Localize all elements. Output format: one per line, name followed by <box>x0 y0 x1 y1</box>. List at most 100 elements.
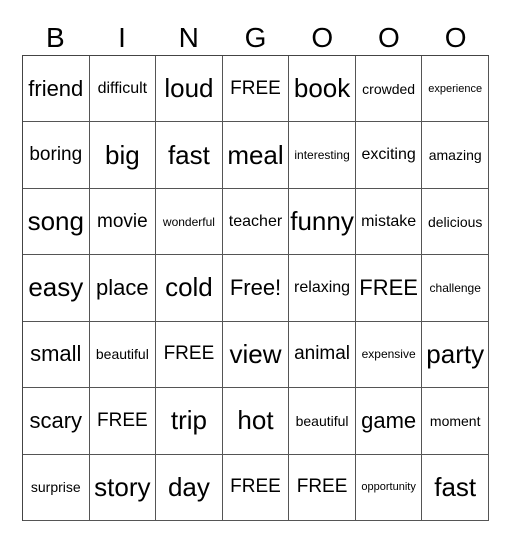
bingo-board: friend difficult loud FREE book crowded experi… <box>22 55 489 521</box>
cell-word: wonderful <box>162 214 215 229</box>
bingo-cell[interactable]: story <box>89 454 157 521</box>
header-letter: O <box>444 22 467 53</box>
bingo-cell[interactable]: crowded <box>355 56 423 123</box>
bingo-cell[interactable]: hot <box>222 388 290 455</box>
header-letter: O <box>311 22 334 53</box>
bingo-cell[interactable]: song <box>23 188 90 256</box>
bingo-cell[interactable]: book <box>289 56 356 123</box>
cell-word: FREE <box>296 476 348 498</box>
free-space-cell[interactable]: FREE <box>289 454 356 521</box>
bingo-cell[interactable]: animal <box>289 321 356 389</box>
bingo-cell[interactable]: interesting <box>289 122 356 189</box>
bingo-cell[interactable]: movie <box>89 188 157 256</box>
free-space-cell[interactable]: FREE <box>89 388 157 455</box>
cell-word: FREE <box>97 409 148 431</box>
cell-word: story <box>94 471 151 502</box>
cell-word: song <box>27 206 84 237</box>
bingo-cell[interactable]: game <box>355 388 423 455</box>
cell-word: view <box>229 338 282 369</box>
bingo-cell[interactable]: easy <box>23 255 90 322</box>
bingo-cell[interactable]: beautiful <box>289 388 356 455</box>
bingo-cell[interactable]: difficult <box>89 56 157 123</box>
bingo-cell[interactable]: mistake <box>355 188 423 256</box>
cell-word: delicious <box>427 213 483 230</box>
bingo-cell[interactable]: expensive <box>355 321 423 389</box>
bingo-cell[interactable]: experience <box>422 56 489 123</box>
cell-word: experience <box>428 82 483 95</box>
cell-word: hot <box>237 405 274 436</box>
bingo-cell[interactable]: beautiful <box>89 321 157 389</box>
header-letter: O <box>378 22 400 53</box>
cell-word: movie <box>97 210 148 232</box>
cell-word: FREE <box>230 476 281 498</box>
cell-word: place <box>96 274 149 300</box>
bingo-cell[interactable]: fast <box>422 454 489 521</box>
free-space-cell[interactable]: Free! <box>222 255 290 322</box>
free-space-cell[interactable]: FREE <box>222 454 290 521</box>
free-space-cell[interactable]: FREE <box>355 255 423 322</box>
cell-word: day <box>167 471 210 502</box>
cell-word: boring <box>29 144 83 166</box>
cell-word: loud <box>164 73 214 104</box>
free-space-cell[interactable]: FREE <box>222 56 290 123</box>
cell-word: mistake <box>361 212 417 230</box>
cell-word: Free! <box>229 274 282 300</box>
cell-word: beautiful <box>95 346 149 363</box>
cell-word: fast <box>167 139 210 170</box>
bingo-cell[interactable]: scary <box>23 388 90 455</box>
bingo-cell[interactable]: trip <box>156 388 223 455</box>
cell-word: FREE <box>163 343 215 365</box>
bingo-cell[interactable]: exciting <box>355 122 423 189</box>
cell-word: book <box>293 73 351 104</box>
bingo-cell[interactable]: wonderful <box>156 188 223 256</box>
cell-word: opportunity <box>361 481 416 494</box>
cell-word: interesting <box>294 148 350 163</box>
bingo-cell[interactable]: day <box>156 454 223 521</box>
cell-word: scary <box>29 407 83 433</box>
bingo-cell[interactable]: place <box>89 255 157 322</box>
bingo-cell[interactable]: moment <box>422 388 489 455</box>
bingo-cell[interactable]: challenge <box>422 255 489 322</box>
cell-word: easy <box>28 272 84 303</box>
bingo-cell[interactable]: surprise <box>23 454 90 521</box>
bingo-cell[interactable]: view <box>222 321 290 389</box>
bingo-cell[interactable]: big <box>89 122 157 189</box>
cell-word: trip <box>170 405 207 436</box>
bingo-header: BINGOOO <box>22 20 489 56</box>
cell-word: moment <box>429 412 481 429</box>
cell-word: big <box>105 139 140 170</box>
cell-word: exciting <box>361 146 416 164</box>
bingo-cell[interactable]: loud <box>156 56 223 123</box>
cell-word: difficult <box>97 79 148 97</box>
bingo-cell[interactable]: small <box>23 321 90 389</box>
bingo-cell[interactable]: relaxing <box>289 255 356 322</box>
bingo-cell[interactable]: meal <box>222 122 290 189</box>
cell-word: animal <box>294 343 351 365</box>
cell-word: meal <box>227 139 284 170</box>
bingo-cell[interactable]: boring <box>23 122 90 189</box>
bingo-cell[interactable]: funny <box>289 188 356 256</box>
cell-word: FREE <box>359 274 418 300</box>
cell-word: challenge <box>429 280 481 295</box>
bingo-cell[interactable]: cold <box>156 255 223 322</box>
cell-word: FREE <box>230 77 281 99</box>
free-space-cell[interactable]: FREE <box>156 321 223 389</box>
bingo-cell[interactable]: delicious <box>422 188 489 256</box>
cell-word: cold <box>165 272 213 303</box>
cell-word: expensive <box>361 347 416 362</box>
cell-word: funny <box>290 206 354 237</box>
bingo-cell[interactable]: opportunity <box>355 454 423 521</box>
header-letter: I <box>118 22 126 53</box>
bingo-cell[interactable]: fast <box>156 122 223 189</box>
header-letter: B <box>46 22 65 53</box>
bingo-cell[interactable]: teacher <box>222 188 290 256</box>
bingo-cell[interactable]: amazing <box>422 122 489 189</box>
cell-word: crowded <box>362 80 416 97</box>
cell-word: surprise <box>30 479 81 496</box>
bingo-cell[interactable]: friend <box>23 56 90 123</box>
cell-word: relaxing <box>294 278 351 296</box>
cell-word: amazing <box>428 147 482 164</box>
cell-word: beautiful <box>295 412 349 429</box>
bingo-cell[interactable]: party <box>422 321 489 389</box>
cell-word: friend <box>28 75 84 101</box>
